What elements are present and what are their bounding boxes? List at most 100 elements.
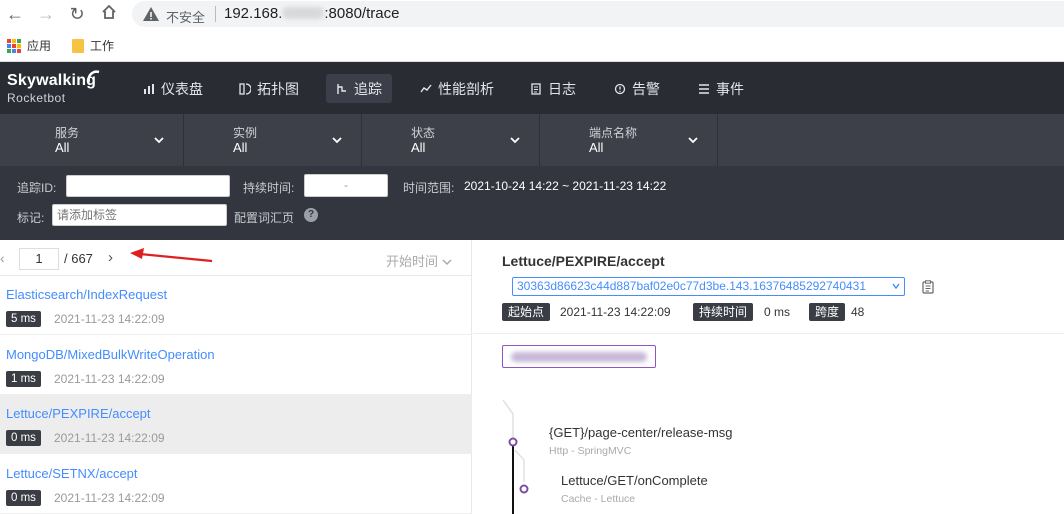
dashboard-icon xyxy=(144,83,154,94)
help-icon[interactable]: ? xyxy=(304,208,318,222)
trace-id-select[interactable]: 30363d86623c44d887baf02e0c77d3be.143.163… xyxy=(512,277,905,296)
menu-profiling[interactable]: 性能剖析 xyxy=(410,74,504,103)
span-name[interactable]: {GET}/page-center/release-msg xyxy=(549,425,733,440)
duration-input[interactable]: - xyxy=(304,174,388,197)
start-time-value: 2021-11-23 14:22:09 xyxy=(560,305,671,319)
insecure-label: 不安全 xyxy=(166,10,206,25)
url-separator xyxy=(215,6,216,22)
duration-badge: 1 ms xyxy=(6,371,41,387)
duration-label: 持续时间: xyxy=(243,181,295,195)
duration-badge: 持续时间 xyxy=(693,303,754,321)
warning-triangle-icon[interactable] xyxy=(142,5,160,23)
trace-id-label: 追踪ID: xyxy=(17,181,57,195)
chevron-down-icon xyxy=(892,283,900,289)
trace-endpoint-name[interactable]: Lettuce/PEXPIRE/accept xyxy=(6,406,151,421)
trace-row[interactable]: MongoDB/MixedBulkWriteOperation 1 ms 202… xyxy=(0,336,472,395)
page-total: / 667 xyxy=(64,251,93,266)
detail-title: Lettuce/PEXPIRE/accept xyxy=(502,253,665,269)
alarm-icon xyxy=(614,83,626,94)
span-node-dot[interactable] xyxy=(508,437,518,447)
span-component: Cache - Lettuce xyxy=(561,493,636,505)
chevron-down-icon xyxy=(442,259,452,266)
trace-start-time: 2021-11-23 14:22:09 xyxy=(54,312,165,326)
span-component: Http - SpringMVC xyxy=(549,445,632,457)
back-arrow-icon[interactable]: ← xyxy=(4,3,26,25)
divider xyxy=(473,333,1064,334)
trace-row[interactable]: Lettuce/SETNX/accept 0 ms 2021-11-23 14:… xyxy=(0,455,472,514)
duration-badge: 5 ms xyxy=(6,311,41,327)
bookmark-label: 应用 xyxy=(27,39,52,53)
clipboard-icon[interactable] xyxy=(922,280,934,294)
config-vocabulary-link[interactable]: 配置词汇页 xyxy=(234,209,294,226)
bookmark-apps[interactable]: 应用 xyxy=(7,37,51,54)
log-icon xyxy=(531,82,541,95)
menu-topology[interactable]: 拓扑图 xyxy=(229,74,309,103)
forward-arrow-icon[interactable]: → xyxy=(35,3,57,25)
trace-detail-pane: Lettuce/PEXPIRE/accept 30363d86623c44d88… xyxy=(473,240,1064,514)
menu-trace[interactable]: 追踪 xyxy=(326,74,392,103)
logo-arc-icon xyxy=(87,70,100,83)
event-icon xyxy=(699,83,709,94)
folder-icon xyxy=(72,38,84,53)
red-arrow-annotation-icon xyxy=(130,248,213,263)
span-count-value: 48 xyxy=(851,305,865,319)
span-tree-lines xyxy=(502,399,529,514)
skywalking-logo[interactable]: Skywalking Rocketbot xyxy=(7,70,100,105)
status-filter[interactable]: 状态 All xyxy=(362,114,540,166)
home-icon[interactable] xyxy=(98,3,120,25)
page-number-input[interactable]: 1 xyxy=(19,248,59,270)
instance-filter[interactable]: 实例 All xyxy=(184,114,362,166)
service-filter[interactable]: 服务 All xyxy=(0,114,184,166)
chevron-down-icon xyxy=(332,137,342,144)
trace-start-time: 2021-11-23 14:22:09 xyxy=(54,372,165,386)
blurred-service-name xyxy=(511,352,647,362)
service-tag-chip[interactable] xyxy=(502,345,656,368)
chevron-down-icon xyxy=(154,137,164,144)
app-header: Skywalking Rocketbot 仪表盘 拓扑图 追踪 性能剖析 日志 … xyxy=(0,62,1064,114)
tag-input[interactable] xyxy=(52,204,227,226)
time-range-value[interactable]: 2021-10-24 14:22 ~ 2021-11-23 14:22 xyxy=(464,179,666,193)
trace-row-selected[interactable]: Lettuce/PEXPIRE/accept 0 ms 2021-11-23 1… xyxy=(0,395,472,454)
bookmark-work-folder[interactable]: 工作 xyxy=(72,37,114,54)
pagination: ‹ 1 / 667 › 开始时间 xyxy=(0,240,472,276)
menu-dashboard[interactable]: 仪表盘 xyxy=(133,74,213,103)
trace-endpoint-name[interactable]: MongoDB/MixedBulkWriteOperation xyxy=(6,347,215,362)
span-count-badge: 跨度 xyxy=(809,303,846,321)
profile-icon xyxy=(420,84,432,92)
span-tree: {GET}/page-center/release-msg Http - Spr… xyxy=(473,390,1064,514)
prev-page-icon[interactable]: ‹ xyxy=(0,250,5,266)
menu-events[interactable]: 事件 xyxy=(688,74,754,103)
trace-endpoint-name[interactable]: Lettuce/SETNX/accept xyxy=(6,466,138,481)
apps-grid-icon xyxy=(7,38,21,53)
start-time-badge: 起始点 xyxy=(502,303,551,321)
bookmarks-bar: 应用 工作 xyxy=(0,28,1064,62)
sort-start-time[interactable]: 开始时间 xyxy=(386,251,452,270)
url-omnibox[interactable]: 不安全 192.168.:8080/trace xyxy=(132,1,1064,27)
endpoint-filter[interactable]: 端点名称 All xyxy=(540,114,718,166)
reload-icon[interactable]: ↻ xyxy=(66,3,88,25)
menu-alarm[interactable]: 告警 xyxy=(604,74,670,103)
duration-badge: 0 ms xyxy=(6,490,41,506)
trace-endpoint-name[interactable]: Elasticsearch/IndexRequest xyxy=(6,287,167,302)
bookmark-label: 工作 xyxy=(90,39,115,53)
chevron-down-icon xyxy=(510,137,520,144)
chevron-down-icon xyxy=(688,137,698,144)
span-node-dot[interactable] xyxy=(519,484,529,494)
time-range-label: 时间范围: xyxy=(403,181,455,195)
trace-list-pane: ‹ 1 / 667 › 开始时间 Elasticsearch/IndexRequ… xyxy=(0,240,472,514)
duration-value: 0 ms xyxy=(764,305,791,319)
topology-icon xyxy=(239,82,251,95)
trace-start-time: 2021-11-23 14:22:09 xyxy=(54,431,165,445)
filter-bar: 服务 All 实例 All 状态 All 端点名称 All xyxy=(0,114,1064,166)
duration-badge: 0 ms xyxy=(6,430,41,446)
browser-address-bar: ← → ↻ 不安全 192.168.:8080/trace xyxy=(0,0,1064,28)
trace-icon xyxy=(337,83,346,94)
span-name[interactable]: Lettuce/GET/onComplete xyxy=(561,473,708,488)
tag-label: 标记: xyxy=(17,211,45,225)
url-text: 192.168.:8080/trace xyxy=(224,5,400,22)
trace-id-input[interactable] xyxy=(66,175,230,197)
trace-row[interactable]: Elasticsearch/IndexRequest 5 ms 2021-11-… xyxy=(0,276,472,335)
next-page-icon[interactable]: › xyxy=(108,249,113,266)
menu-logs[interactable]: 日志 xyxy=(520,74,586,103)
trace-start-time: 2021-11-23 14:22:09 xyxy=(54,491,165,505)
